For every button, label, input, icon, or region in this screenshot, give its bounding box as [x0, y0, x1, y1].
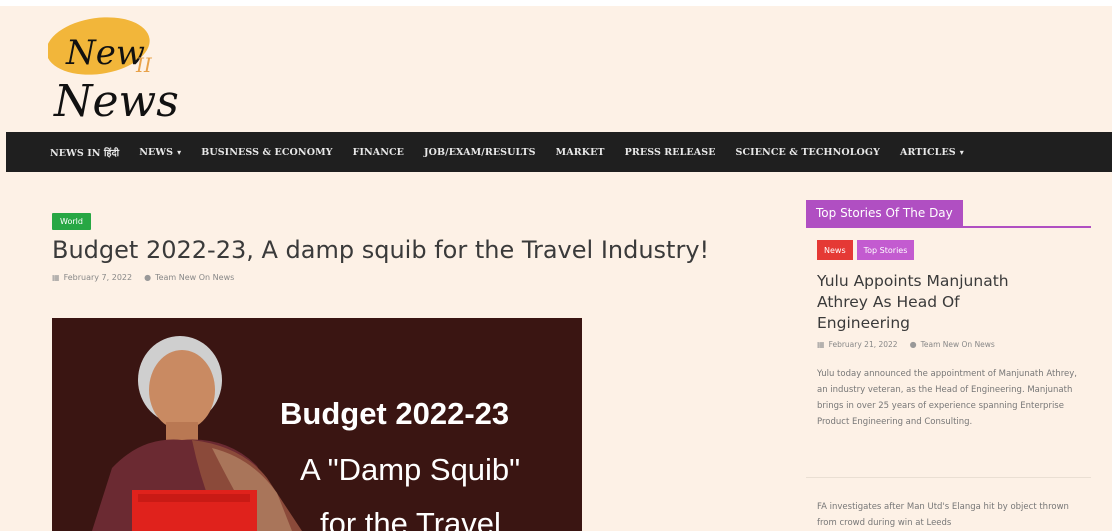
top-border: [0, 0, 1112, 6]
sidebar-story-title[interactable]: Yulu Appoints Manjunath Athrey As Head O…: [817, 271, 1057, 334]
featured-headline-line1: Budget 2022-23: [280, 396, 510, 431]
nav-item-label: SCIENCE & TECHNOLOGY: [735, 146, 880, 158]
nav-item-news[interactable]: NEWS ▾: [139, 147, 181, 158]
nav-item-science-technology[interactable]: SCIENCE & TECHNOLOGY: [736, 147, 880, 158]
nav-item-label: FINANCE: [352, 146, 405, 158]
sidebar-story-excerpt: Yulu today announced the appointment of …: [817, 369, 1077, 427]
logo-word-new: New: [65, 33, 145, 73]
nav-item-finance[interactable]: FINANCE: [353, 147, 404, 158]
site-logo[interactable]: New II News: [48, 12, 188, 127]
nav-item-market[interactable]: MARKET: [556, 147, 605, 158]
nav-item-press-release[interactable]: PRESS RELEASE: [625, 147, 716, 158]
nav-item-business-economy[interactable]: BUSINESS & ECONOMY: [201, 147, 332, 158]
nav-item-label: PRESS RELEASE: [624, 146, 716, 158]
nav-item-label: NEWS IN हिंदी: [50, 147, 120, 159]
nav-item-job-exam-results[interactable]: JOB/EXAM/RESULTS: [424, 147, 536, 158]
article-author[interactable]: Team New On News: [155, 273, 234, 282]
badge-news[interactable]: News: [817, 240, 853, 260]
nav-item-label: BUSINESS & ECONOMY: [201, 146, 333, 158]
featured-headline-line2: A "Damp Squib": [300, 452, 521, 487]
badge-top-stories[interactable]: Top Stories: [856, 240, 915, 260]
nav-item-label: MARKET: [555, 146, 605, 158]
article-meta: ▦ February 7, 2022 ● Team New On News: [52, 273, 234, 282]
calendar-icon: ▦: [817, 340, 825, 349]
calendar-icon: ▦: [52, 273, 60, 282]
article-date[interactable]: February 7, 2022: [64, 273, 133, 282]
sidebar-divider: [806, 477, 1091, 478]
user-icon: ●: [909, 340, 917, 349]
sidebar-story-author[interactable]: Team New On News: [921, 340, 995, 349]
story-badges: News Top Stories: [817, 240, 918, 260]
sidebar-story-date[interactable]: February 21, 2022: [829, 340, 898, 349]
main-navigation: NEWS IN हिंदी NEWS ▾ BUSINESS & ECONOMY FINA…: [6, 132, 1112, 172]
logo-word-news: News: [53, 76, 179, 127]
nav-item-label: NEWS: [139, 146, 174, 158]
sidebar-story-meta: ▦ February 21, 2022 ● Team New On News: [817, 340, 995, 349]
featured-image[interactable]: Budget 2022-23 A "Damp Squib" for the Tr…: [52, 318, 582, 531]
nav-item-news-in[interactable]: NEWS IN हिंदी: [50, 146, 119, 159]
category-badge-world[interactable]: World: [52, 213, 91, 230]
sidebar-heading-bar: Top Stories Of The Day: [806, 200, 1091, 228]
sidebar-next-excerpt[interactable]: FA investigates after Man Utd's Elanga h…: [817, 499, 1079, 531]
chevron-down-icon[interactable]: ▾: [960, 147, 964, 157]
chevron-down-icon[interactable]: ▾: [177, 147, 181, 157]
logo-accent: II: [135, 53, 153, 77]
featured-headline-line3: for the Travel: [320, 506, 501, 531]
nav-item-label: JOB/EXAM/RESULTS: [424, 146, 536, 158]
user-icon: ●: [144, 273, 152, 282]
sidebar-heading: Top Stories Of The Day: [806, 200, 963, 226]
nav-item-articles[interactable]: ARTICLES ▾: [900, 147, 964, 158]
article-title: Budget 2022-23, A damp squib for the Tra…: [52, 236, 710, 264]
nav-item-label: ARTICLES: [900, 146, 956, 158]
